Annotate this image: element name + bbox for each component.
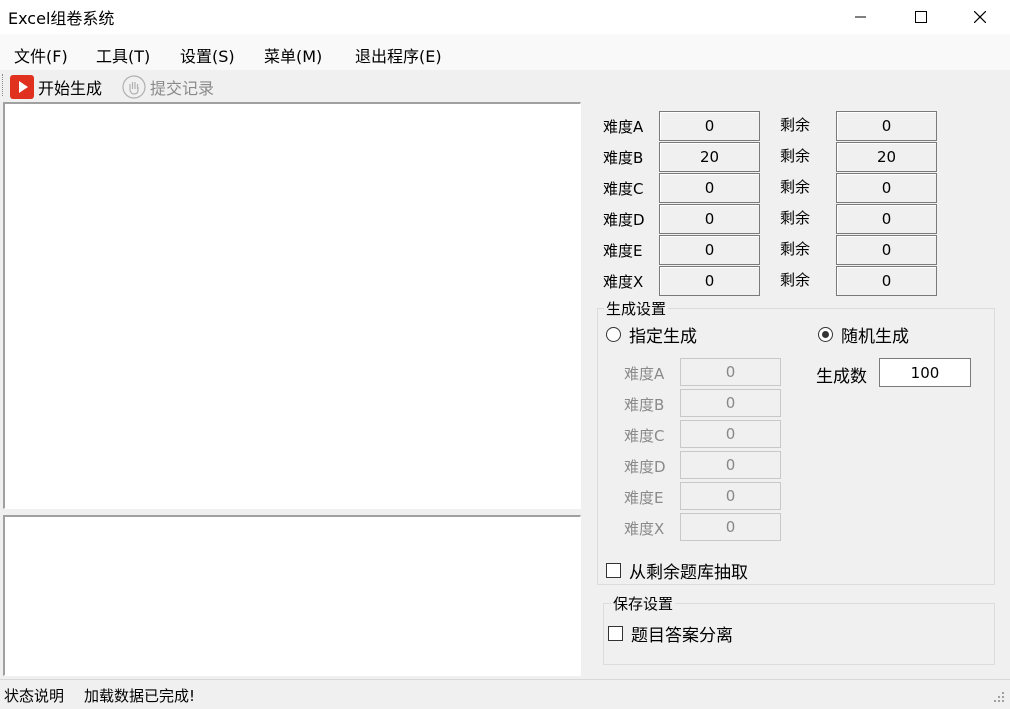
difficulty-value-box: 0 — [659, 235, 760, 265]
specify-difficulty-label: 难度D — [624, 458, 666, 476]
specify-difficulty-input[interactable]: 0 — [680, 420, 781, 448]
question-preview-pane[interactable] — [3, 102, 581, 509]
remaining-value-box: 20 — [836, 142, 937, 172]
minimize-button[interactable] — [838, 0, 884, 34]
menu-file[interactable]: 文件(F) — [14, 43, 68, 67]
difficulty-label: 难度B — [603, 149, 644, 167]
specify-difficulty-input[interactable]: 0 — [680, 358, 781, 386]
difficulty-value-box: 0 — [659, 111, 760, 141]
remaining-label: 剩余 — [780, 147, 811, 165]
difficulty-value-box: 0 — [659, 173, 760, 203]
hand-icon — [122, 75, 146, 99]
submit-record-button[interactable]: 提交记录 — [122, 75, 227, 99]
maximize-icon — [915, 11, 927, 23]
difficulty-label: 难度C — [603, 180, 644, 198]
specify-difficulty-label: 难度C — [624, 427, 665, 445]
separate-answers-label: 题目答案分离 — [631, 626, 733, 646]
draw-remaining-checkbox[interactable] — [606, 563, 621, 578]
specify-difficulty-label: 难度B — [624, 396, 665, 414]
separate-answers-checkbox[interactable] — [608, 626, 623, 641]
save-settings-title: 保存设置 — [611, 593, 676, 614]
specify-generate-option[interactable]: 指定生成 — [606, 322, 697, 347]
remaining-label: 剩余 — [780, 240, 811, 258]
menu-tools[interactable]: 工具(T) — [96, 43, 150, 67]
close-icon — [974, 11, 986, 23]
specify-difficulty-label: 难度A — [624, 365, 665, 383]
random-generate-option[interactable]: 随机生成 — [818, 322, 909, 347]
difficulty-label: 难度X — [603, 273, 644, 291]
remaining-value-box: 0 — [836, 111, 937, 141]
minimize-icon — [855, 16, 866, 18]
draw-remaining-option[interactable]: 从剩余题库抽取 — [606, 558, 748, 583]
specify-difficulty-label: 难度E — [624, 489, 664, 507]
menu-menu[interactable]: 菜单(M) — [264, 43, 322, 67]
difficulty-label: 难度E — [603, 242, 643, 260]
specify-difficulty-input[interactable]: 0 — [680, 451, 781, 479]
menu-bar — [0, 34, 1010, 70]
specify-generate-label: 指定生成 — [629, 327, 697, 347]
resize-grip-icon[interactable] — [992, 690, 1006, 704]
separate-answers-option[interactable]: 题目答案分离 — [608, 621, 733, 646]
generate-settings-group — [597, 308, 995, 585]
remaining-value-box: 0 — [836, 173, 937, 203]
difficulty-value-box: 0 — [659, 266, 760, 296]
remaining-label: 剩余 — [780, 178, 811, 196]
start-generate-button[interactable]: 开始生成 — [10, 75, 115, 99]
remaining-label: 剩余 — [780, 271, 811, 289]
menu-settings[interactable]: 设置(S) — [180, 43, 235, 67]
status-message: 加载数据已完成! — [84, 687, 196, 705]
difficulty-label: 难度A — [603, 118, 644, 136]
specify-difficulty-input[interactable]: 0 — [680, 389, 781, 417]
remaining-label: 剩余 — [780, 116, 811, 134]
toolbar-grip — [2, 74, 5, 96]
random-generate-label: 随机生成 — [841, 327, 909, 347]
submit-record-label: 提交记录 — [150, 79, 215, 98]
window-title: Excel组卷系统 — [8, 9, 115, 28]
draw-remaining-label: 从剩余题库抽取 — [629, 563, 748, 583]
maximize-button[interactable] — [898, 0, 944, 34]
play-icon — [10, 75, 34, 99]
remaining-value-box: 0 — [836, 235, 937, 265]
remaining-value-box: 0 — [836, 266, 937, 296]
difficulty-value-box: 20 — [659, 142, 760, 172]
specify-difficulty-label: 难度X — [624, 520, 665, 538]
difficulty-value-box: 0 — [659, 204, 760, 234]
difficulty-label: 难度D — [603, 211, 645, 229]
status-caption: 状态说明 — [4, 687, 65, 705]
specify-generate-radio[interactable] — [606, 327, 621, 342]
count-input[interactable]: 100 — [879, 358, 971, 387]
random-generate-radio[interactable] — [818, 327, 833, 342]
menu-exit[interactable]: 退出程序(E) — [355, 43, 442, 67]
start-generate-label: 开始生成 — [38, 79, 103, 98]
close-button[interactable] — [957, 0, 1003, 34]
generate-settings-title: 生成设置 — [604, 298, 669, 319]
specify-difficulty-input[interactable]: 0 — [680, 482, 781, 510]
count-label: 生成数 — [816, 367, 867, 387]
log-pane[interactable] — [3, 515, 581, 676]
remaining-value-box: 0 — [836, 204, 937, 234]
remaining-label: 剩余 — [780, 209, 811, 227]
specify-difficulty-input[interactable]: 0 — [680, 513, 781, 541]
